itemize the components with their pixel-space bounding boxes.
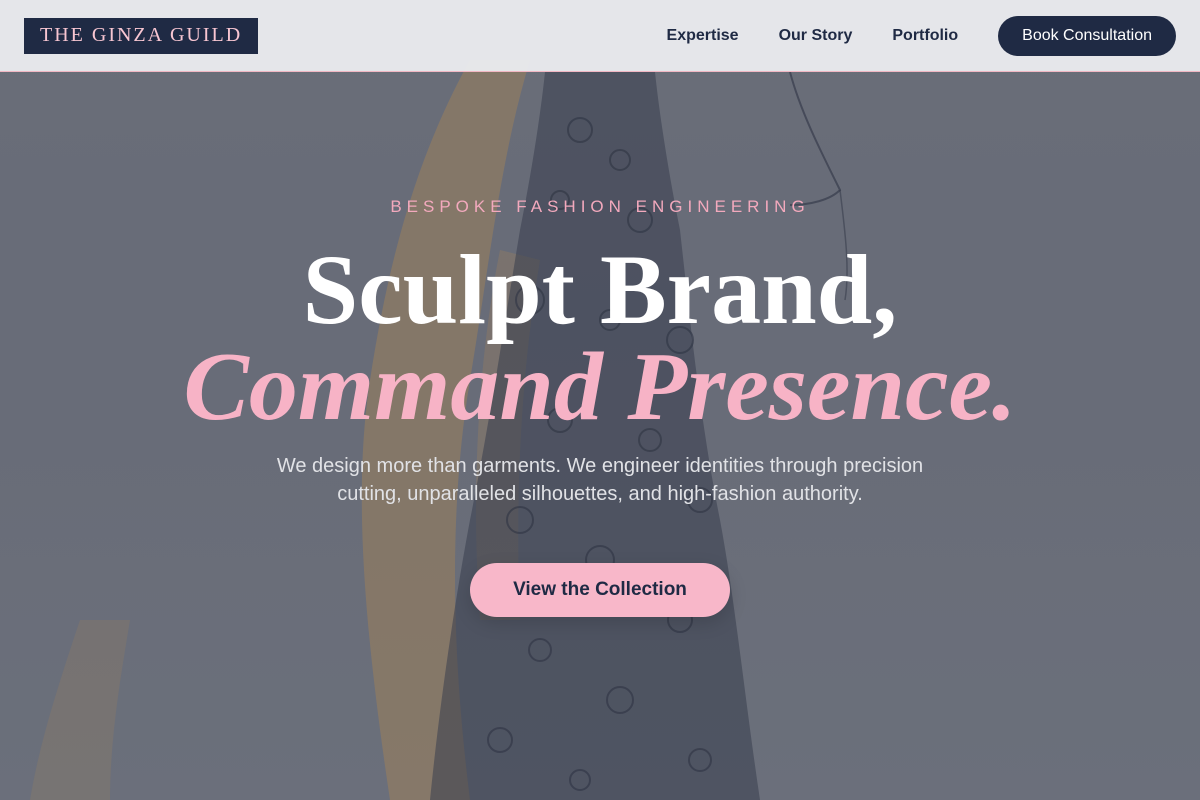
hero-eyebrow: BESPOKE FASHION ENGINEERING <box>390 197 810 216</box>
hero-title-line1: Sculpt Brand, <box>302 234 898 345</box>
hero-content: BESPOKE FASHION ENGINEERING Sculpt Brand… <box>0 0 1200 800</box>
hero-title-line2: Command Presence. <box>183 333 1017 441</box>
view-collection-button[interactable]: View the Collection <box>470 563 730 617</box>
hero-description: We design more than garments. We enginee… <box>276 455 924 505</box>
